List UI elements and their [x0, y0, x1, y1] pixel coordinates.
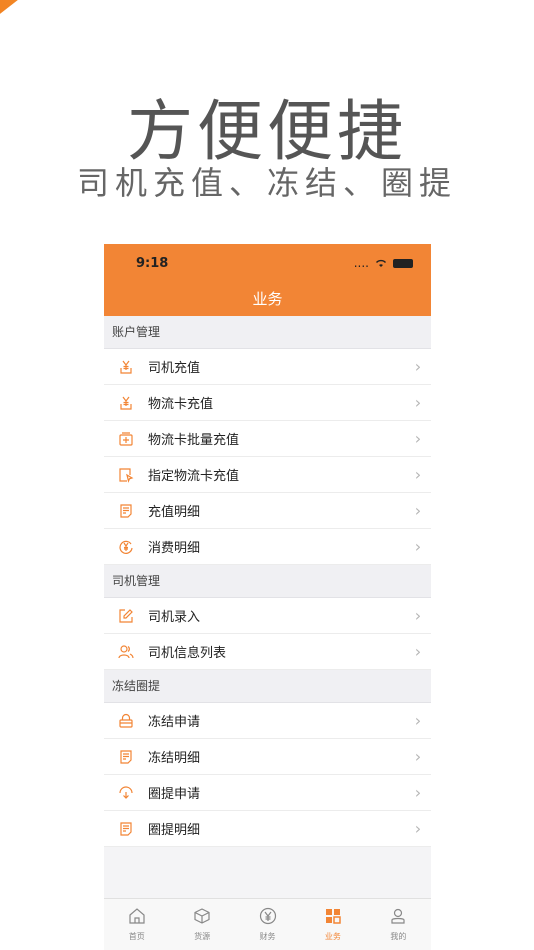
menu-row-label: 指定物流卡充值 [148, 469, 240, 484]
tab-item[interactable]: 货源 [169, 899, 234, 950]
menu-row[interactable]: 圈提明细 › [104, 811, 431, 847]
tab-bar: 首页 货源 财务 业务 我的 [104, 898, 431, 950]
wifi-icon [376, 259, 386, 267]
menu-row-label: 消费明细 [148, 541, 201, 556]
grid-icon [324, 907, 342, 929]
batch-card-icon [104, 431, 148, 447]
withdraw-icon [104, 785, 148, 801]
document-icon [104, 749, 148, 765]
menu-row[interactable]: 司机录入 › [104, 598, 431, 634]
menu-row[interactable]: 物流卡充值 › [104, 385, 431, 421]
tab-label: 业务 [324, 932, 341, 941]
yen-download-icon [104, 359, 148, 375]
chevron-right-icon: › [414, 537, 422, 556]
business-menu: 账户管理 司机充值 › 物流卡充值 › 物流卡批量充值 › 指定物流卡充值 › 充值明细 › 消费明细… [104, 316, 431, 847]
yen-circle-icon [104, 539, 148, 555]
menu-row-label: 充值明细 [148, 505, 201, 520]
section-header: 冻结圈提 [104, 670, 431, 703]
menu-row[interactable]: 司机充值 › [104, 349, 431, 385]
menu-row-label: 圈提明细 [148, 823, 201, 838]
section-header: 司机管理 [104, 565, 431, 598]
menu-row[interactable]: 指定物流卡充值 › [104, 457, 431, 493]
yen-icon [259, 907, 277, 929]
chevron-right-icon: › [414, 357, 422, 376]
menu-row-label: 司机录入 [148, 610, 201, 625]
section-header: 账户管理 [104, 316, 431, 349]
home-icon [128, 907, 146, 929]
profile-icon [389, 907, 407, 929]
cursor-card-icon [104, 467, 148, 483]
document-icon [104, 503, 148, 519]
yen-download-icon [104, 395, 148, 411]
tab-label: 货源 [194, 932, 211, 941]
menu-row[interactable]: 充值明细 › [104, 493, 431, 529]
menu-row[interactable]: 物流卡批量充值 › [104, 421, 431, 457]
chevron-right-icon: › [414, 783, 422, 802]
tab-item[interactable]: 我的 [366, 899, 431, 950]
menu-row[interactable]: 司机信息列表 › [104, 634, 431, 670]
chevron-right-icon: › [414, 465, 422, 484]
tab-label: 财务 [259, 932, 276, 941]
users-icon [104, 644, 148, 660]
menu-row-label: 冻结明细 [148, 751, 201, 766]
lock-icon [104, 713, 148, 729]
menu-row-label: 圈提申请 [148, 787, 201, 802]
menu-row[interactable]: 消费明细 › [104, 529, 431, 565]
signal-icon: .... [353, 256, 369, 270]
tab-label: 首页 [128, 932, 145, 941]
chevron-right-icon: › [414, 393, 422, 412]
edit-icon [104, 608, 148, 624]
chevron-right-icon: › [414, 501, 422, 520]
chevron-right-icon: › [414, 747, 422, 766]
status-time: 9:18 [136, 256, 169, 271]
menu-row-label: 物流卡批量充值 [148, 433, 240, 448]
menu-row-label: 司机信息列表 [148, 646, 227, 661]
chevron-right-icon: › [414, 606, 422, 625]
menu-row[interactable]: 冻结申请 › [104, 703, 431, 739]
tab-item[interactable]: 财务 [235, 899, 300, 950]
box-icon [193, 907, 211, 929]
promo-subline: 司机充值、冻结、圈提 [76, 164, 457, 202]
menu-row[interactable]: 圈提申请 › [104, 775, 431, 811]
navigation-bar: 9:18 .... 业务 [104, 244, 431, 316]
chevron-right-icon: › [414, 429, 422, 448]
menu-row-label: 物流卡充值 [148, 397, 214, 412]
chevron-right-icon: › [414, 819, 422, 838]
document-icon [104, 821, 148, 837]
menu-row-label: 司机充值 [148, 361, 201, 376]
menu-row-label: 冻结申请 [148, 715, 201, 730]
chevron-right-icon: › [414, 642, 422, 661]
tab-item[interactable]: 业务 [300, 899, 365, 950]
menu-row[interactable]: 冻结明细 › [104, 739, 431, 775]
chevron-right-icon: › [414, 711, 422, 730]
nav-title: 业务 [252, 290, 283, 308]
tab-label: 我的 [390, 932, 407, 941]
battery-icon [393, 258, 413, 268]
phone-screen: 9:18 .... 业务 账户管理 司机充值 › 物流卡充值 › 物流卡批量充值 › 指定物流… [104, 244, 431, 950]
status-icons: .... [354, 256, 413, 270]
tab-item[interactable]: 首页 [104, 899, 169, 950]
